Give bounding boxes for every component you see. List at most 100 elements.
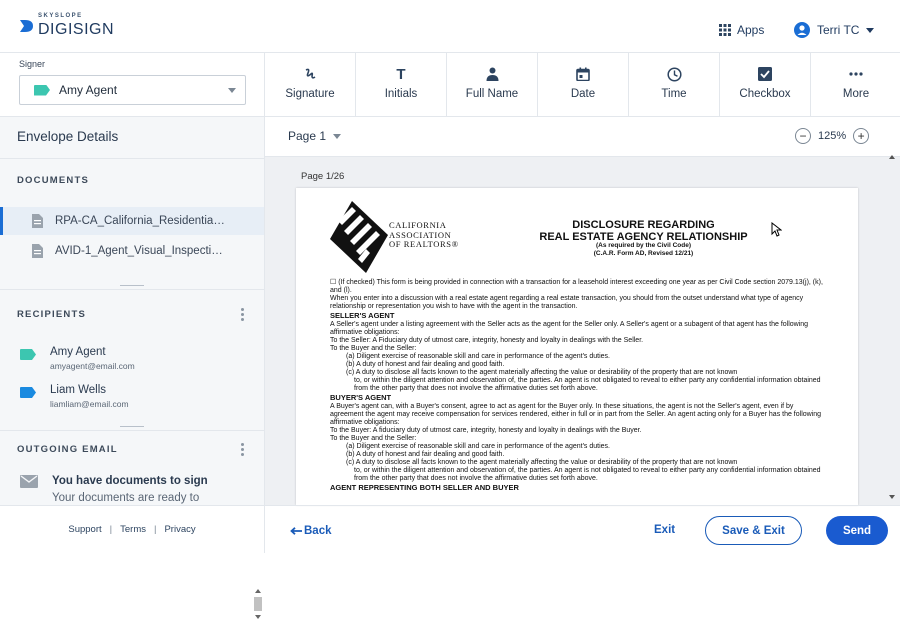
- exit-button[interactable]: Exit: [654, 524, 675, 536]
- document-item[interactable]: AVID-1_Agent_Visual_Inspection_Disclosur…: [0, 237, 264, 265]
- envelope-details-panel: Envelope Details DOCUMENTS RPA-CA_Califo…: [0, 117, 265, 619]
- recipients-section: [0, 289, 264, 290]
- brand-name: DIGISIGN: [38, 21, 115, 38]
- doc-list-item: (a) Diligent exercise of reasonable skil…: [346, 353, 610, 360]
- page-indicator: Page 1/26: [301, 171, 345, 182]
- person-icon: [486, 66, 499, 82]
- checkbox-icon: [758, 66, 772, 82]
- grid-icon: [719, 24, 731, 36]
- documents-section: [0, 158, 264, 159]
- privacy-link[interactable]: Privacy: [164, 524, 195, 535]
- doc-list-item: to, or within the diligent attention and…: [354, 377, 821, 392]
- viewer-toolbar: Page 1 − 125% +: [265, 117, 900, 157]
- zoom-in-button[interactable]: +: [853, 128, 870, 144]
- outgoing-email-preview: Your documents are ready to: [52, 492, 200, 504]
- document-subtitle-1: (As required by the Civil Code): [596, 242, 691, 249]
- doc-heading: AGENT REPRESENTING BOTH SELLER AND BUYER: [330, 483, 519, 492]
- document-subtitle: (As required by the Civil Code) (C.A.R. …: [536, 242, 751, 258]
- recipient-tag-icon: [20, 387, 36, 398]
- documents-header: DOCUMENTS: [17, 175, 90, 186]
- recipient-name: Liam Wells: [50, 384, 107, 396]
- tool-signature[interactable]: Signature: [264, 53, 355, 117]
- field-tools: Signature T Initials Full Name Date Time: [264, 53, 900, 117]
- link-separator: |: [109, 524, 113, 535]
- document-name: AVID-1_Agent_Visual_Inspection_Disclosur…: [55, 245, 227, 257]
- doc-list-item: (b) A duty of honest and fair dealing an…: [346, 361, 505, 368]
- signer-select[interactable]: Amy Agent: [19, 75, 246, 105]
- tool-initials[interactable]: T Initials: [355, 53, 446, 117]
- outgoing-email-item[interactable]: You have documents to sign Your document…: [20, 475, 208, 504]
- recipient-name: Amy Agent: [50, 346, 106, 358]
- doc-paragraph: To the Buyer: A fiduciary duty of utmost…: [330, 427, 642, 434]
- recipients-menu-icon[interactable]: [241, 308, 244, 323]
- outgoing-email-section: [0, 430, 264, 431]
- tool-time[interactable]: Time: [628, 53, 719, 117]
- chevron-down-icon: [866, 27, 875, 33]
- doc-paragraph: ☐ (If checked) This form is being provid…: [330, 279, 823, 294]
- recipient-tag-icon: [20, 349, 36, 360]
- doc-heading: SELLER'S AGENT: [330, 311, 395, 320]
- page-select-value: Page 1: [288, 129, 327, 143]
- support-link[interactable]: Support: [68, 524, 101, 535]
- tool-checkbox[interactable]: Checkbox: [719, 53, 810, 117]
- doc-list-item: to, or within the diligent attention and…: [354, 467, 821, 482]
- signature-icon: [303, 66, 317, 82]
- document-item[interactable]: RPA-CA_California_Residential_Purchase_A…: [0, 207, 264, 235]
- signer-label: Signer: [19, 59, 46, 69]
- caret-down-icon: [228, 88, 236, 93]
- arrow-left-icon: [290, 527, 302, 535]
- doc-paragraph: A Seller's agent under a listing agreeme…: [330, 321, 809, 336]
- recipients-header: RECIPIENTS: [17, 309, 87, 320]
- outgoing-menu-icon[interactable]: [241, 443, 244, 458]
- car-org-line3: OF REALTORS®: [389, 239, 459, 249]
- tool-more-label: More: [842, 88, 870, 100]
- more-icon: [849, 66, 863, 82]
- save-and-exit-button[interactable]: Save & Exit: [705, 516, 802, 545]
- recipient-email: liamliam@email.com: [50, 399, 129, 409]
- chevron-down-icon: [333, 134, 342, 140]
- tool-date-label: Date: [570, 88, 596, 100]
- outgoing-email-header: OUTGOING EMAIL: [17, 444, 118, 455]
- recipient-email: amyagent@email.com: [50, 361, 135, 371]
- scroll-down-arrow-icon[interactable]: [889, 495, 895, 499]
- calendar-icon: [576, 66, 590, 82]
- zoom-level: 125%: [818, 130, 847, 142]
- page-select[interactable]: Page 1: [288, 129, 342, 143]
- scroll-up-arrow-icon[interactable]: [889, 155, 895, 159]
- left-panel-scrollbar[interactable]: [253, 587, 263, 621]
- document-title: DISCLOSURE REGARDING REAL ESTATE AGENCY …: [536, 219, 751, 243]
- car-logo-icon: [330, 201, 388, 273]
- document-body: ☐ (If checked) This form is being provid…: [330, 279, 828, 493]
- signer-value: Amy Agent: [59, 83, 118, 97]
- tool-date[interactable]: Date: [537, 53, 628, 117]
- signer-tag-icon: [34, 84, 50, 96]
- outgoing-email-title: You have documents to sign: [52, 475, 208, 487]
- tool-more[interactable]: More: [810, 53, 900, 117]
- link-separator: |: [154, 524, 157, 535]
- doc-list-item: (c) A duty to disclose all facts known t…: [346, 369, 738, 376]
- doc-list-item: (c) A duty to disclose all facts known t…: [346, 459, 738, 466]
- doc-list-item: (b) A duty of honest and fair dealing an…: [346, 451, 505, 458]
- terms-link[interactable]: Terms: [120, 524, 146, 535]
- doc-paragraph: A Buyer's agent can, with a Buyer's cons…: [330, 403, 822, 426]
- user-avatar-icon: [794, 22, 810, 38]
- clock-icon: [666, 66, 682, 82]
- zoom-out-button[interactable]: −: [795, 128, 811, 144]
- panel-title: Envelope Details: [17, 129, 119, 144]
- car-org-name: CALIFORNIA ASSOCIATION OF REALTORS®: [389, 220, 459, 250]
- document-subtitle-2: (C.A.R. Form AD, Revised 12/21): [593, 250, 694, 257]
- legal-links: Support | Terms | Privacy: [0, 505, 265, 553]
- recipient-item[interactable]: Liam Wells liamliam@email.com: [20, 384, 129, 409]
- apps-menu[interactable]: Apps: [719, 23, 764, 37]
- recipient-item[interactable]: Amy Agent amyagent@email.com: [20, 346, 135, 371]
- back-label: Back: [304, 525, 332, 537]
- user-name: Terri TC: [817, 23, 860, 37]
- tool-full-name[interactable]: Full Name: [446, 53, 537, 117]
- send-button[interactable]: Send: [826, 516, 888, 545]
- back-button[interactable]: Back: [290, 525, 332, 537]
- doc-paragraph: To the Buyer and the Seller:: [330, 345, 417, 352]
- tool-checkbox-label: Checkbox: [739, 88, 791, 100]
- tool-full-name-label: Full Name: [465, 88, 519, 100]
- user-menu[interactable]: Terri TC: [794, 22, 875, 38]
- zoom-controls: − 125% +: [795, 128, 870, 144]
